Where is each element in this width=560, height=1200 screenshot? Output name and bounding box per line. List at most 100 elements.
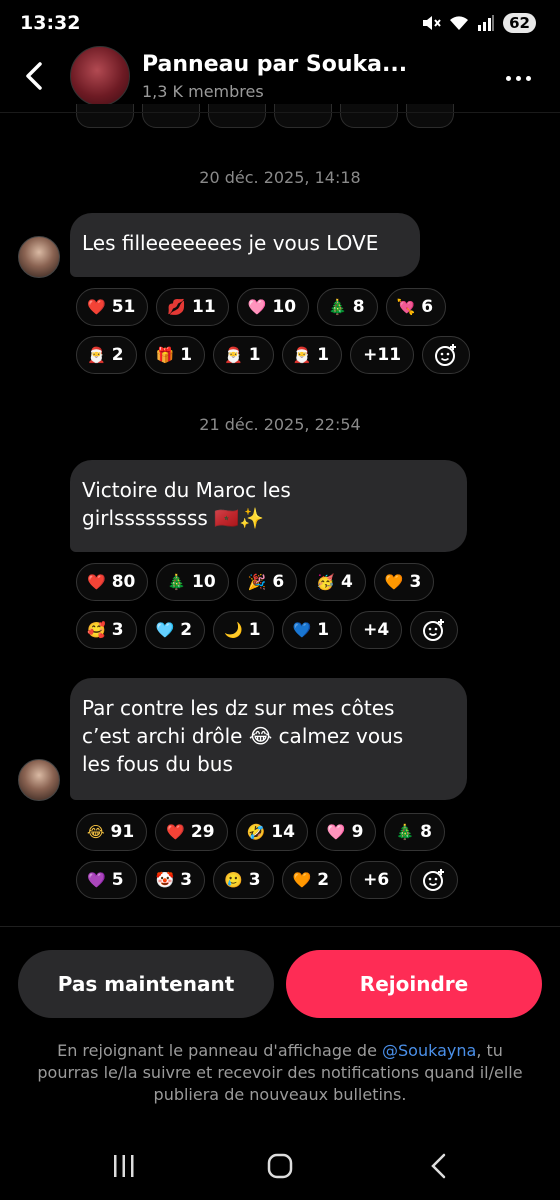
more-reactions-button[interactable]: +11: [350, 336, 415, 374]
reaction-pill[interactable]: 🎅 1: [281, 336, 343, 374]
reaction-count: 1: [180, 345, 193, 365]
add-reaction-button[interactable]: [422, 336, 471, 374]
back-button[interactable]: [16, 58, 52, 94]
reactions-message-2: ❤️ 80 🎄 10 🎉 6 🥳 4 🧡 3 🥰 3 🩵 2 🌙 1 💙 1 +4: [76, 563, 459, 649]
more-reactions-count: +11: [363, 345, 402, 365]
more-reactions-button[interactable]: +4: [350, 611, 403, 649]
reaction-count: 29: [190, 822, 215, 842]
reaction-count: 9: [351, 822, 364, 842]
header: Panneau par Souka... 1,3 K membres: [0, 46, 560, 108]
partial-reaction-row: [76, 104, 454, 128]
reactions-message-1: ❤️ 51 💋 11 🩷 10 🎄 8 💘 6 🎅 2 🎁 1 🎅 1 🎅 1 +11: [76, 288, 471, 374]
reaction-pill-partial[interactable]: [142, 104, 200, 128]
message-bubble[interactable]: Victoire du Maroc les girlsssssssss 🇲🇦✨: [70, 460, 467, 552]
more-dot-icon: [525, 75, 531, 81]
reaction-pill[interactable]: 🥳 4: [305, 563, 366, 601]
reaction-pill[interactable]: ❤️ 29: [155, 813, 228, 851]
author-avatar[interactable]: [18, 759, 60, 801]
reaction-row: 😂 91 ❤️ 29 🤣 14 🩷 9 🎄 8: [76, 813, 458, 851]
reaction-emoji-icon: 🌙: [224, 621, 243, 639]
reaction-pill[interactable]: ❤️ 51: [76, 288, 149, 326]
reaction-pill-partial[interactable]: [340, 104, 398, 128]
reaction-emoji-icon: 🩵: [155, 621, 175, 639]
reaction-count: 8: [352, 297, 365, 317]
reaction-emoji-icon: 🥳: [316, 573, 335, 591]
member-count: 1,3 K membres: [142, 82, 264, 101]
reaction-pill[interactable]: 🎉 6: [236, 563, 298, 601]
reaction-pill[interactable]: 🎅 1: [213, 336, 274, 374]
reaction-pill-partial[interactable]: [208, 104, 266, 128]
add-reaction-icon: [423, 619, 445, 641]
reaction-row: 🥰 3 🩵 2 🌙 1 💙 1 +4: [76, 611, 459, 649]
header-divider: [0, 112, 560, 113]
more-reactions-button[interactable]: +6: [350, 861, 403, 899]
page-title[interactable]: Panneau par Souka...: [142, 52, 407, 77]
reaction-row: ❤️ 51 💋 11 🩷 10 🎄 8 💘 6: [76, 288, 470, 326]
reaction-count: 1: [317, 620, 330, 640]
reaction-emoji-icon: 💋: [167, 298, 187, 316]
reaction-pill[interactable]: 💜 5: [76, 861, 137, 899]
message-text-line: Victoire du Maroc les: [82, 478, 291, 502]
reaction-pill[interactable]: 🎄 8: [384, 813, 445, 851]
reaction-pill-partial[interactable]: [76, 104, 134, 128]
chevron-left-icon: [26, 62, 42, 90]
reaction-pill[interactable]: 🤡 3: [144, 861, 206, 899]
reaction-count: 2: [111, 345, 124, 365]
not-now-button[interactable]: Pas maintenant: [18, 950, 274, 1018]
reaction-pill[interactable]: 🩷 10: [236, 288, 310, 326]
reaction-pill[interactable]: 🧡 3: [373, 563, 435, 601]
add-reaction-button[interactable]: [410, 611, 459, 649]
author-avatar[interactable]: [18, 236, 60, 278]
reaction-pill[interactable]: 🎄 10: [156, 563, 229, 601]
reaction-pill[interactable]: 💘 6: [385, 288, 447, 326]
reaction-emoji-icon: 🥲: [224, 871, 243, 889]
reaction-emoji-icon: ❤️: [87, 573, 106, 591]
bottom-divider: [0, 926, 560, 927]
reaction-pill[interactable]: 💙 1: [281, 611, 343, 649]
reaction-pill[interactable]: 🎁 1: [144, 336, 206, 374]
reaction-pill[interactable]: 🩵 2: [144, 611, 206, 649]
reaction-pill[interactable]: 🩷 9: [315, 813, 377, 851]
message-bubble[interactable]: Les filleeeeeees je vous LOVE: [70, 213, 420, 277]
message-text-line: girlsssssssss 🇲🇦✨: [82, 506, 264, 530]
reaction-pill[interactable]: ❤️ 80: [76, 563, 149, 601]
reaction-pill[interactable]: 🤣 14: [235, 813, 308, 851]
status-icons: 62: [421, 13, 536, 33]
reaction-count: 1: [248, 620, 261, 640]
back-nav-button[interactable]: [418, 1146, 458, 1186]
reaction-emoji-icon: 🎄: [328, 298, 347, 316]
reaction-count: 3: [111, 620, 124, 640]
reaction-pill-partial[interactable]: [406, 104, 454, 128]
add-reaction-button[interactable]: [410, 861, 459, 899]
message-bubble[interactable]: Par contre les dz sur mes côtes c’est ar…: [70, 678, 467, 800]
reaction-pill[interactable]: 🎄 8: [317, 288, 378, 326]
reaction-row: ❤️ 80 🎄 10 🎉 6 🥳 4 🧡 3: [76, 563, 458, 601]
reaction-count: 2: [180, 620, 193, 640]
reaction-row: 🎅 2 🎁 1 🎅 1 🎅 1 +11: [76, 336, 471, 374]
group-avatar[interactable]: [70, 46, 130, 106]
reaction-pill[interactable]: 😂 91: [76, 813, 148, 851]
reaction-pill[interactable]: 🌙 1: [213, 611, 274, 649]
reaction-pill[interactable]: 💋 11: [156, 288, 229, 326]
more-dot-icon: [505, 75, 511, 81]
battery-indicator: 62: [503, 13, 536, 33]
reaction-emoji-icon: 🎅: [87, 346, 106, 364]
reaction-pill-partial[interactable]: [274, 104, 332, 128]
home-icon: [267, 1153, 293, 1179]
recent-apps-button[interactable]: [104, 1146, 144, 1186]
join-button[interactable]: Rejoindre: [286, 950, 542, 1018]
home-button[interactable]: [260, 1146, 300, 1186]
mention-link[interactable]: @Soukayna: [382, 1041, 476, 1060]
reaction-pill[interactable]: 🎅 2: [76, 336, 137, 374]
reaction-pill[interactable]: 🥲 3: [213, 861, 274, 899]
reaction-count: 1: [248, 345, 261, 365]
reaction-count: 51: [111, 297, 136, 317]
reaction-count: 11: [192, 297, 216, 317]
more-options-button[interactable]: [500, 66, 536, 90]
reaction-pill[interactable]: 🥰 3: [76, 611, 137, 649]
reaction-pill[interactable]: 🧡 2: [281, 861, 343, 899]
reaction-emoji-icon: 🤡: [155, 871, 175, 889]
reaction-row: 💜 5 🤡 3 🥲 3 🧡 2 +6: [76, 861, 459, 899]
reaction-emoji-icon: 🎅: [224, 346, 243, 364]
reaction-emoji-icon: 🧡: [384, 573, 404, 591]
